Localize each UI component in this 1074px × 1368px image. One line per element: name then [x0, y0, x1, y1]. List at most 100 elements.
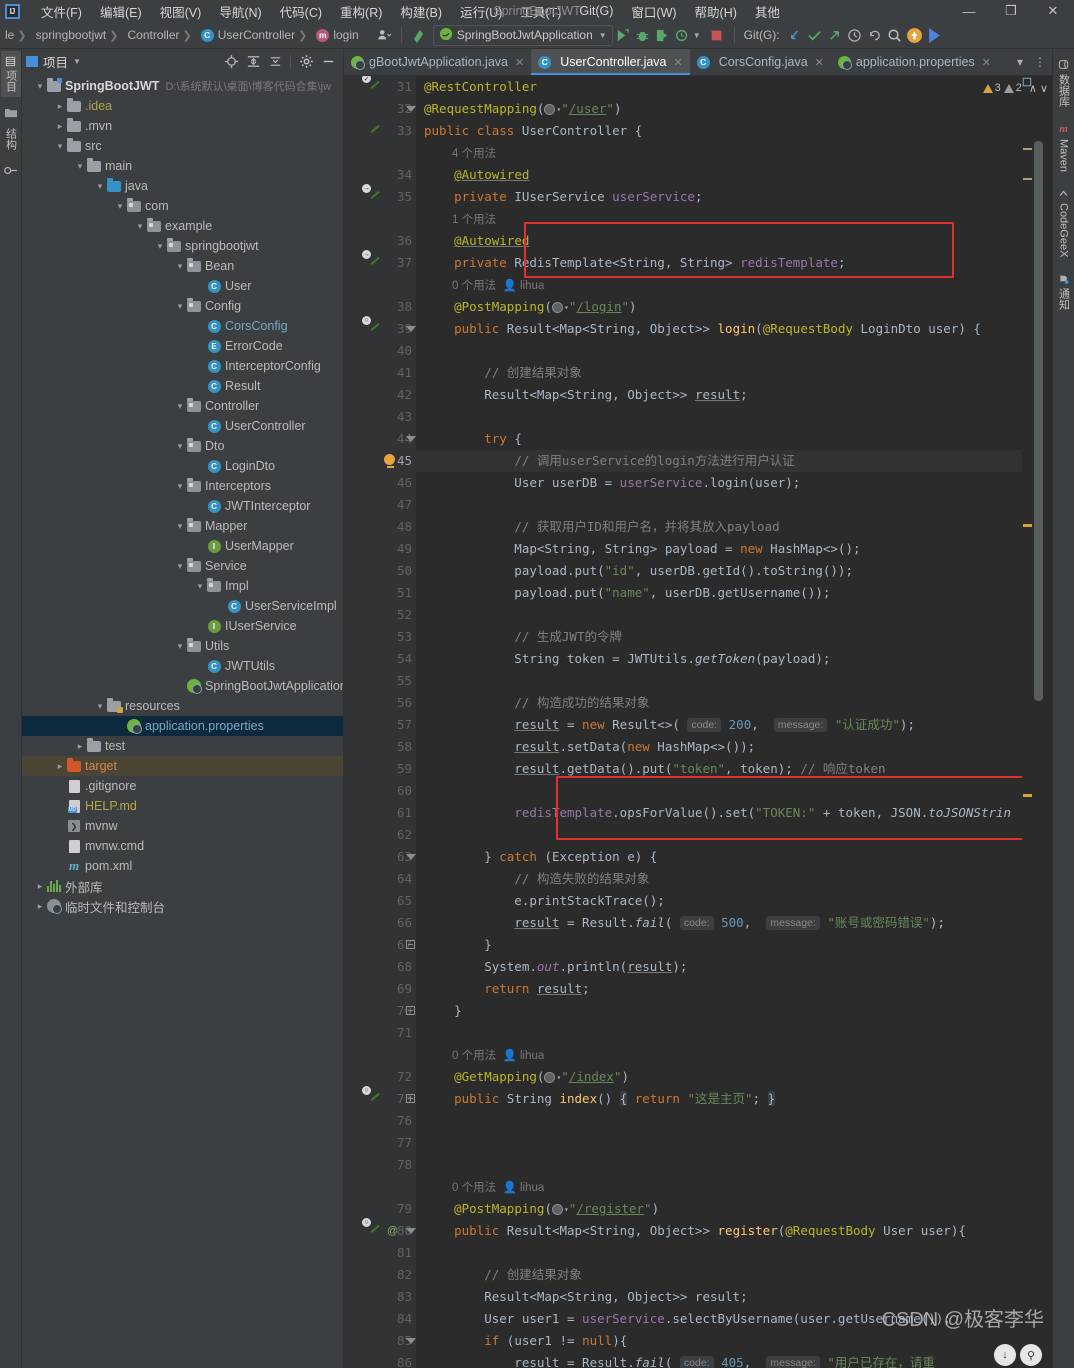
sidebar-item-codegeex[interactable]: CodeGeeX	[1056, 182, 1072, 263]
chevron-down-icon[interactable]: ▾	[174, 301, 186, 312]
line-number[interactable]: 70	[346, 1000, 412, 1022]
chevron-down-icon[interactable]: ▾	[174, 441, 186, 452]
sidebar-item-notifications[interactable]: 通知	[1054, 267, 1074, 316]
search-everywhere-icon[interactable]	[885, 25, 905, 45]
locate-icon[interactable]	[220, 51, 242, 73]
chevron-down-icon[interactable]: ▼	[73, 57, 81, 66]
scrollbar-thumb[interactable]	[1034, 141, 1043, 701]
git-rollback-icon[interactable]	[865, 25, 885, 45]
tree-row[interactable]: ❯ mvnw	[22, 816, 343, 836]
tree-row[interactable]: m pom.xml	[22, 856, 343, 876]
tree-row[interactable]: C UserController	[22, 416, 343, 436]
menu-edit[interactable]: 编辑(E)	[91, 0, 151, 23]
line-number[interactable]: 64	[346, 868, 412, 890]
build-project-icon[interactable]	[409, 25, 429, 45]
tree-row[interactable]: application.properties	[22, 716, 343, 736]
line-number[interactable]: 47	[346, 494, 412, 516]
search-fab[interactable]: ⚲	[1020, 1344, 1042, 1366]
git-update-icon[interactable]	[785, 25, 805, 45]
tree-row[interactable]: ▸ test	[22, 736, 343, 756]
tree-row[interactable]: ▾ Utils	[22, 636, 343, 656]
editor-tab[interactable]: gBootJwtApplication.java ✕	[344, 49, 531, 75]
git-commit-icon[interactable]	[805, 25, 825, 45]
source-code[interactable]: @RestController @RequestMapping(▾ "/user")…	[416, 76, 1011, 1368]
menu-other[interactable]: 其他	[746, 0, 789, 23]
line-number[interactable]: 41	[346, 362, 412, 384]
error-stripe-mark[interactable]	[1023, 178, 1032, 180]
gear-icon[interactable]	[295, 51, 317, 73]
editor-gutter[interactable]: 31 ✓ 32 33 34 35 → 36 37 → 38 39 ○ 40 41 42 43 44 45 46 47 48…	[344, 76, 416, 1368]
chevron-down-icon[interactable]: ▼	[693, 31, 701, 40]
line-number[interactable]: 42	[346, 384, 412, 406]
tree-row[interactable]: ▾ springbootjwt	[22, 236, 343, 256]
line-number[interactable]: 79	[346, 1198, 412, 1220]
spring-gutter-icon[interactable]: ○	[362, 1086, 384, 1108]
chevron-down-icon[interactable]: ▾	[134, 221, 146, 232]
sidebar-item-structure[interactable]: 结构	[1, 123, 21, 155]
expand-all-icon[interactable]	[242, 51, 264, 73]
tree-row[interactable]: ▾ Controller	[22, 396, 343, 416]
close-icon[interactable]: ✕	[815, 56, 824, 69]
breadcrumb-item-springbootjwt[interactable]: springbootjwt ❯	[33, 27, 125, 43]
spring-gutter-icon[interactable]: ○	[362, 316, 384, 338]
tree-row[interactable]: C UserServiceImpl	[22, 596, 343, 616]
breadcrumb-item-login[interactable]: m login	[313, 27, 361, 43]
profile-icon[interactable]	[673, 25, 693, 45]
run-configuration-selector[interactable]: SpringBootJwtApplication ▼	[432, 24, 613, 46]
line-number[interactable]: 38	[346, 296, 412, 318]
line-number[interactable]: 68	[346, 956, 412, 978]
line-number[interactable]: 69	[346, 978, 412, 1000]
sidebar-item-project[interactable]: 项目	[0, 51, 21, 97]
tree-row[interactable]: C LoginDto	[22, 456, 343, 476]
menu-file[interactable]: 文件(F)	[32, 0, 91, 23]
tree-row[interactable]: ▾ resources	[22, 696, 343, 716]
line-number[interactable]: 43	[346, 406, 412, 428]
chevron-down-icon[interactable]: ▾	[174, 561, 186, 572]
line-number[interactable]: 46	[346, 472, 412, 494]
spring-gutter-icon[interactable]: →	[362, 184, 384, 206]
tree-row[interactable]: C Result	[22, 376, 343, 396]
tree-row[interactable]: ▸ .idea	[22, 96, 343, 116]
line-number[interactable]: 57	[346, 714, 412, 736]
tree-row[interactable]: ▾ main	[22, 156, 343, 176]
weak-warning-count[interactable]: 2	[1003, 82, 1022, 94]
project-tree[interactable]: ▾ SpringBootJWT D:\系统默认\桌面\博客代码合集\jw ▸ .idea…	[22, 74, 343, 1368]
tree-row[interactable]: ▾ java	[22, 176, 343, 196]
tree-row[interactable]: C User	[22, 276, 343, 296]
spring-gutter-icon[interactable]: ✓	[362, 76, 384, 96]
line-number[interactable]: 56	[346, 692, 412, 714]
menu-refactor[interactable]: 重构(R)	[331, 0, 391, 23]
chevron-down-icon[interactable]: ▾	[74, 161, 86, 172]
line-number[interactable]: 82	[346, 1264, 412, 1286]
error-stripe-mark[interactable]	[1023, 794, 1032, 797]
tree-row[interactable]: ▾ com	[22, 196, 343, 216]
tree-row[interactable]: C JWTUtils	[22, 656, 343, 676]
chevron-right-icon[interactable]: ▸	[34, 881, 46, 892]
breadcrumb-item-controller[interactable]: Controller ❯	[125, 27, 198, 43]
line-number[interactable]: 62	[346, 824, 412, 846]
error-stripe-mark[interactable]	[1023, 524, 1032, 527]
line-number[interactable]: 63	[346, 846, 412, 868]
chevron-down-icon[interactable]: ▾	[34, 81, 46, 92]
chevron-down-icon[interactable]: ▾	[154, 241, 166, 252]
line-number[interactable]: 76	[346, 1110, 412, 1132]
spring-gutter-icon[interactable]: ○ @	[362, 1218, 398, 1240]
menu-navigate[interactable]: 导航(N)	[210, 0, 270, 23]
chevron-down-icon[interactable]: ▾	[94, 701, 106, 712]
tree-row[interactable]: ▾ Config	[22, 296, 343, 316]
bookmarks-icon[interactable]	[1, 159, 21, 181]
breadcrumb-item-module[interactable]: le ❯	[2, 27, 33, 43]
editor-tab[interactable]: C CorsConfig.java ✕	[690, 49, 831, 75]
line-number[interactable]: 54	[346, 648, 412, 670]
chevron-down-icon[interactable]: ▾	[174, 401, 186, 412]
ai-assistant-icon[interactable]	[925, 25, 945, 45]
scroll-down-fab[interactable]: ↓	[994, 1344, 1016, 1366]
tree-row[interactable]: ▾ example	[22, 216, 343, 236]
intention-bulb-icon[interactable]	[384, 454, 397, 468]
line-number[interactable]: 65	[346, 890, 412, 912]
tree-row[interactable]: ▾ Bean	[22, 256, 343, 276]
tree-row[interactable]: I UserMapper	[22, 536, 343, 556]
prev-problem-button[interactable]: ∧	[1029, 82, 1037, 95]
maximize-button[interactable]: ❐	[990, 0, 1032, 22]
line-number[interactable]: 72	[346, 1066, 412, 1088]
